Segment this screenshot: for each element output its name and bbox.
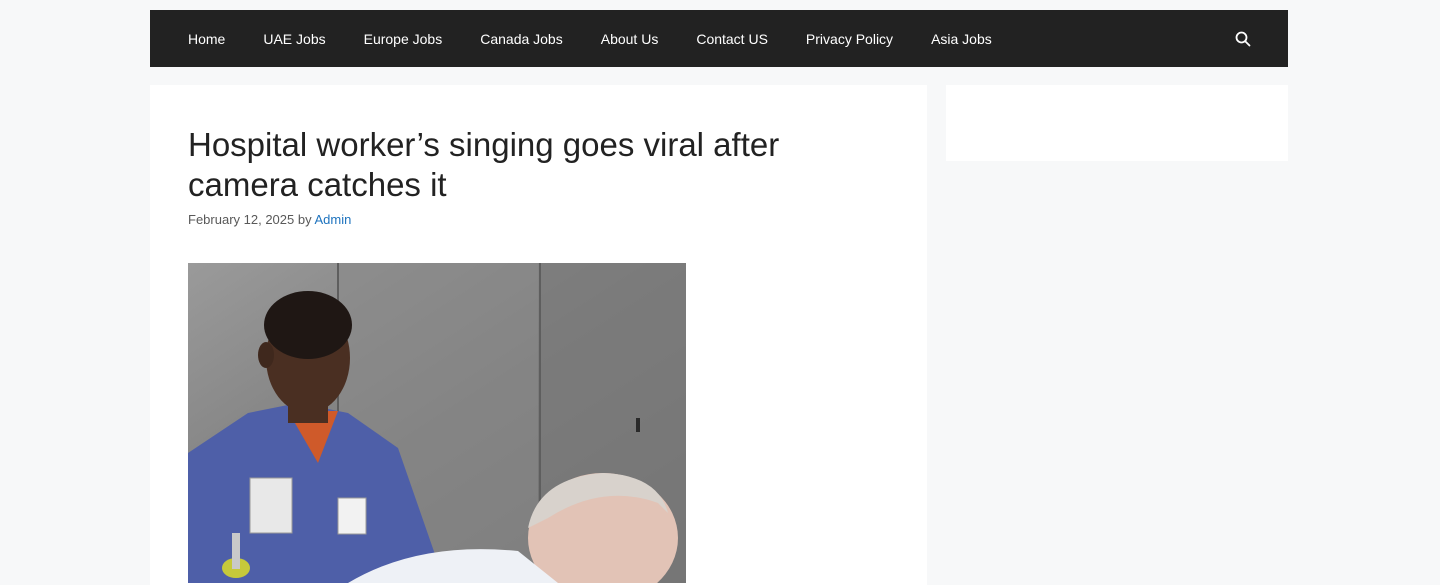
article-container: Hospital worker’s singing goes viral aft… bbox=[150, 85, 927, 585]
nav-item-privacy-policy[interactable]: Privacy Policy bbox=[787, 10, 912, 67]
nav-item-uae-jobs[interactable]: UAE Jobs bbox=[244, 10, 344, 67]
nav-item-about-us[interactable]: About Us bbox=[582, 10, 678, 67]
search-icon[interactable] bbox=[1234, 30, 1252, 48]
nav-item-asia-jobs[interactable]: Asia Jobs bbox=[912, 10, 1011, 67]
nav-item-contact-us[interactable]: Contact US bbox=[677, 10, 787, 67]
post-date: February 12, 2025 bbox=[188, 212, 295, 227]
nav-menu: Home UAE Jobs Europe Jobs Canada Jobs Ab… bbox=[150, 10, 1011, 67]
author-link[interactable]: Admin bbox=[315, 212, 352, 227]
article-meta: February 12, 2025 by Admin bbox=[188, 212, 351, 227]
article-title: Hospital worker’s singing goes viral aft… bbox=[188, 126, 780, 203]
sidebar-widget bbox=[946, 85, 1288, 161]
main-navigation: Home UAE Jobs Europe Jobs Canada Jobs Ab… bbox=[150, 10, 1288, 67]
nav-item-europe-jobs[interactable]: Europe Jobs bbox=[345, 10, 462, 67]
by-label: by bbox=[297, 212, 312, 227]
featured-image bbox=[188, 263, 686, 583]
nav-item-canada-jobs[interactable]: Canada Jobs bbox=[461, 10, 582, 67]
nav-item-home[interactable]: Home bbox=[169, 10, 244, 67]
